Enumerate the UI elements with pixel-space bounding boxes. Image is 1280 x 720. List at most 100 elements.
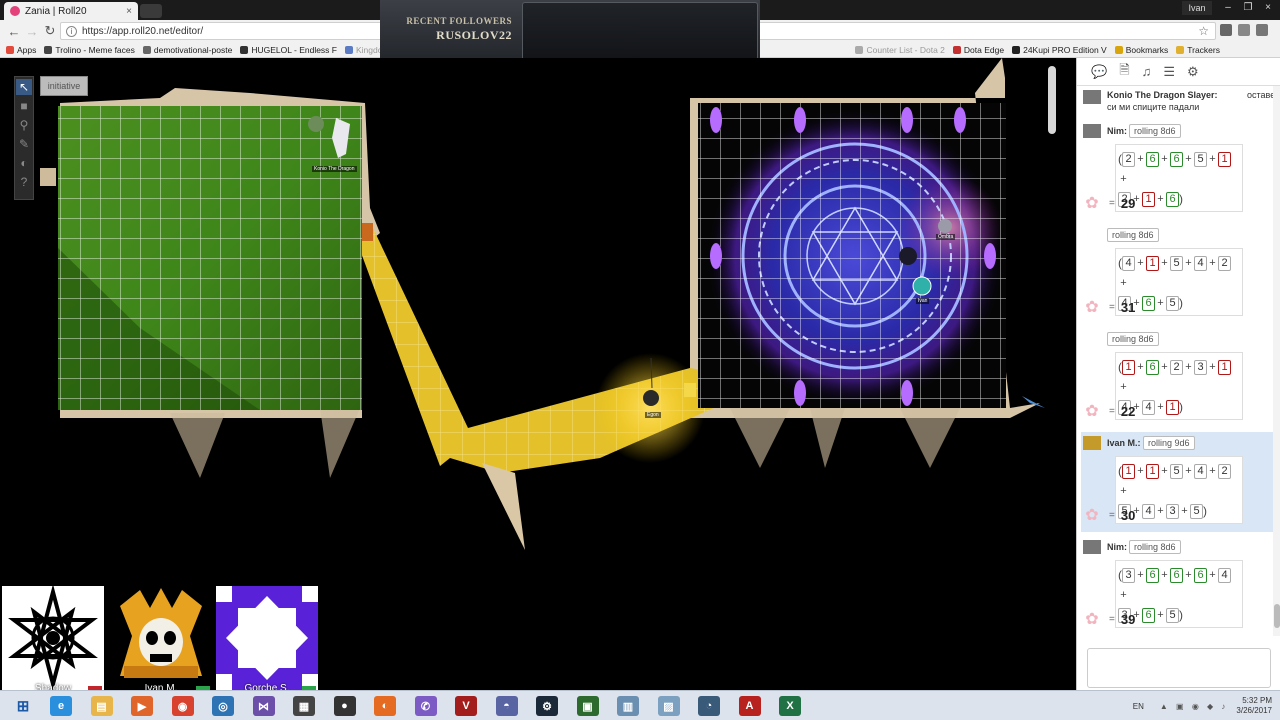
info-icon[interactable]: i (66, 25, 77, 37)
plus-sign: + (1181, 505, 1188, 518)
roll-total: 29 (1120, 195, 1136, 211)
ie-icon[interactable]: e (50, 696, 72, 716)
bookmark-item[interactable]: Trolino - Meme faces (44, 45, 135, 55)
excel-icon[interactable]: X (779, 696, 801, 716)
roll-total: 22 (1120, 403, 1136, 419)
bookmark-icon (1176, 46, 1185, 54)
explorer-icon[interactable]: ▤ (90, 696, 113, 716)
bookmark-item[interactable]: Trackers (1176, 45, 1220, 55)
bookmark-item[interactable]: Counter List - Dota 2 (855, 45, 945, 55)
bookmark-item[interactable]: Dota Edge (952, 45, 1004, 55)
terminal-icon[interactable]: ▣ (576, 696, 599, 716)
menu-icon[interactable] (1256, 24, 1268, 36)
die-result: 1 (1166, 399, 1179, 415)
viber-icon[interactable]: ✆ (414, 696, 437, 716)
chat-scroll-thumb[interactable] (1274, 604, 1280, 628)
chat-scrollbar[interactable] (1273, 86, 1280, 636)
back-arrow-icon[interactable]: ← (6, 23, 22, 39)
plus-sign: + (1209, 465, 1216, 478)
jukebox-tab-icon[interactable]: ♫ (1142, 64, 1152, 79)
token-ombra[interactable] (938, 219, 952, 233)
initiative-button[interactable]: initiative (40, 76, 88, 96)
bookmark-label: demotivational-poste (153, 44, 233, 55)
player-avatar-ivan[interactable]: Ivan M. (110, 586, 212, 694)
maximize-button[interactable]: ❐ (1238, 0, 1258, 14)
player-avatar-shadow[interactable]: Shadow (2, 584, 104, 694)
map-scrollbar[interactable] (1048, 66, 1056, 134)
roll-total-row: ✿ = 39 (1083, 610, 1135, 628)
window-controls: – ❐ × (1218, 0, 1278, 14)
bookmarks-right: Counter List - Dota 2 Dota Edge 24Kupi PRO… (855, 42, 1228, 58)
calc-icon[interactable]: ▦ (293, 696, 315, 716)
plus-sign: + (1161, 153, 1168, 166)
photos-icon[interactable]: ▨ (657, 696, 680, 716)
chrome-icon[interactable]: ◉ (171, 696, 194, 716)
bookmark-item[interactable]: Bookmarks (1114, 45, 1168, 55)
notes-icon[interactable]: ▥ (617, 696, 639, 716)
message-avatar (1083, 90, 1101, 104)
journal-tab-icon[interactable]: 🗎 (1119, 61, 1129, 83)
extension-icon[interactable] (1238, 24, 1250, 36)
reload-icon[interactable]: ↻ (42, 23, 58, 39)
plus-sign: + (1185, 465, 1192, 478)
tray-icons[interactable]: ▲ ▣ ◉ ◆ ♪ (1160, 702, 1229, 711)
media-icon[interactable]: ▶ (131, 696, 153, 716)
equals-sign: = (1109, 613, 1115, 625)
die-result: 5 (1170, 255, 1183, 271)
tab-close-icon[interactable]: × (126, 6, 132, 17)
bookmark-label: HUGELOL - Endless F (251, 44, 337, 55)
discord-icon[interactable]: ◓ (495, 696, 518, 716)
zoom-tool-icon[interactable]: ⚲ (16, 117, 32, 133)
firefox-icon[interactable]: ◐ (374, 696, 396, 716)
d20-icon: ✿ (1085, 507, 1099, 524)
clock[interactable]: 5:32 PM 3/26/2017 (1236, 696, 1272, 716)
token-ivan[interactable] (912, 276, 932, 296)
minimize-button[interactable]: – (1218, 0, 1238, 14)
token-dark[interactable] (899, 247, 917, 265)
plus-sign: + (1161, 361, 1168, 374)
new-tab-button[interactable] (140, 4, 162, 18)
steam-icon[interactable]: ⚙ (536, 696, 558, 716)
bookmark-icon (44, 45, 53, 54)
obs-icon[interactable]: ● (333, 696, 356, 716)
user-badge[interactable]: Ivan (1182, 1, 1212, 15)
forward-arrow-icon[interactable]: → (24, 23, 40, 39)
bookmark-icon (855, 46, 864, 54)
fog-tool-icon[interactable]: ◐ (16, 155, 32, 171)
roll-total: 39 (1120, 611, 1136, 627)
heptagram-icon (8, 584, 98, 692)
voicemeeter-icon[interactable]: V (455, 696, 477, 716)
settings-tab-icon[interactable]: ⚙ (1187, 64, 1199, 80)
tab-title: Zania | Roll20 (25, 5, 87, 17)
plus-sign: + (1157, 401, 1164, 414)
acrobat-icon[interactable]: A (738, 696, 761, 716)
shape-tool-icon[interactable]: ■ (16, 98, 32, 114)
player-avatar-gorche[interactable]: Gorche S. (216, 586, 318, 694)
tab-roll20[interactable]: Zania | Roll20 × (4, 2, 138, 20)
app-icon[interactable]: ◎ (212, 696, 234, 716)
start-button[interactable]: ⊞ (12, 696, 34, 716)
help-tool-icon[interactable]: ? (16, 174, 32, 190)
bookmark-item[interactable]: 24Kupi PRO Edition V (1012, 45, 1107, 55)
select-tool-icon[interactable]: ↖ (16, 79, 32, 95)
map-toolbar: ↖ ■ ⚲ ✎ ◐? (14, 76, 34, 200)
token-label-ombra: Ombra (936, 234, 956, 240)
extension-icon[interactable] (1220, 24, 1232, 36)
chat-log[interactable]: Konio The Dragon Slayer: оставете си ми сп… (1081, 86, 1273, 636)
close-window-button[interactable]: × (1258, 0, 1278, 14)
compendium-tab-icon[interactable]: ☰ (1163, 64, 1175, 80)
chat-input[interactable] (1087, 648, 1271, 688)
roll-total-row: ✿ = 22 (1083, 402, 1135, 420)
bookmark-item[interactable]: Apps (6, 45, 36, 55)
chat-tab-icon[interactable]: 💬 (1091, 64, 1107, 80)
bookmark-icon (952, 46, 961, 54)
star-icon[interactable]: ☆ (1198, 24, 1209, 38)
clock-date: 3/26/2017 (1236, 706, 1272, 715)
draw-tool-icon[interactable]: ✎ (16, 136, 32, 152)
vs-icon[interactable]: ⋈ (252, 696, 275, 716)
die-result: 4 (1142, 503, 1155, 519)
language-indicator[interactable]: EN (1133, 702, 1144, 711)
bookmark-item[interactable]: HUGELOL - Endless F (240, 45, 337, 55)
teamspeak-icon[interactable]: ◔ (698, 696, 720, 716)
bookmark-item[interactable]: demotivational-poste (142, 44, 233, 55)
